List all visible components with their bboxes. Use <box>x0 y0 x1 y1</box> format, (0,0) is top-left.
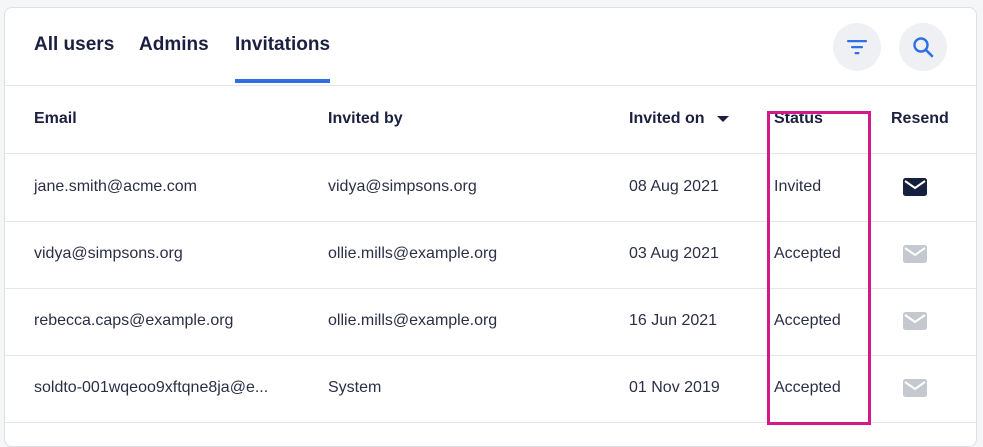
email-cell: rebecca.caps@example.org <box>34 312 234 329</box>
envelope-icon <box>903 312 927 330</box>
tab-all-users[interactable]: All users <box>34 34 114 56</box>
column-header-status[interactable]: Status <box>774 110 823 128</box>
column-header-invited-by[interactable]: Invited by <box>328 110 403 128</box>
active-tab-indicator <box>235 79 331 83</box>
invited-on-cell: 03 Aug 2021 <box>629 245 719 262</box>
status-cell: Invited <box>774 178 822 195</box>
table-row: jane.smith@acme.com vidya@simpsons.org 0… <box>5 154 976 222</box>
table-row: vidya@simpsons.org ollie.mills@example.o… <box>5 221 976 289</box>
tab-label: Admins <box>139 34 209 55</box>
table-row: soldto-001wqeoo9xftqne8ja@e... System 01… <box>5 355 976 423</box>
envelope-icon <box>903 379 927 397</box>
column-header-label: Invited on <box>629 110 705 127</box>
tab-label: All users <box>34 34 115 55</box>
tab-invitations[interactable]: Invitations <box>235 34 331 83</box>
search-icon <box>913 37 934 58</box>
status-cell: Accepted <box>774 312 841 329</box>
search-button[interactable] <box>899 23 947 71</box>
invited-by-cell: System <box>328 379 382 396</box>
invited-by-cell: ollie.mills@example.org <box>328 245 498 262</box>
tab-bar: All users Admins Invitations <box>5 8 976 86</box>
sort-desc-caret-icon <box>717 115 730 122</box>
tab-admins[interactable]: Admins <box>139 34 209 56</box>
column-header-invited-on[interactable]: Invited on <box>629 110 730 128</box>
invited-by-cell: ollie.mills@example.org <box>328 312 498 329</box>
filter-button[interactable] <box>833 23 881 71</box>
invited-on-cell: 01 Nov 2019 <box>629 379 720 396</box>
invited-on-cell: 16 Jun 2021 <box>629 312 718 329</box>
email-cell: soldto-001wqeoo9xftqne8ja@e... <box>34 379 269 396</box>
invited-by-cell: vidya@simpsons.org <box>328 178 477 195</box>
tab-label: Invitations <box>235 34 331 55</box>
column-header-resend: Resend <box>891 110 949 127</box>
envelope-icon[interactable] <box>902 176 928 198</box>
envelope-icon <box>903 245 927 263</box>
invited-on-cell: 08 Aug 2021 <box>629 178 719 195</box>
users-card: All users Admins Invitations Email Invit… <box>4 7 977 447</box>
email-cell: vidya@simpsons.org <box>34 245 183 262</box>
status-cell: Accepted <box>774 245 841 262</box>
column-header-email[interactable]: Email <box>34 110 77 128</box>
table-row: rebecca.caps@example.org ollie.mills@exa… <box>5 288 976 356</box>
status-cell: Accepted <box>774 379 841 396</box>
email-cell: jane.smith@acme.com <box>34 178 197 195</box>
table-header: Email Invited by Invited on Status Resen… <box>5 86 976 154</box>
filter-icon <box>847 40 867 55</box>
